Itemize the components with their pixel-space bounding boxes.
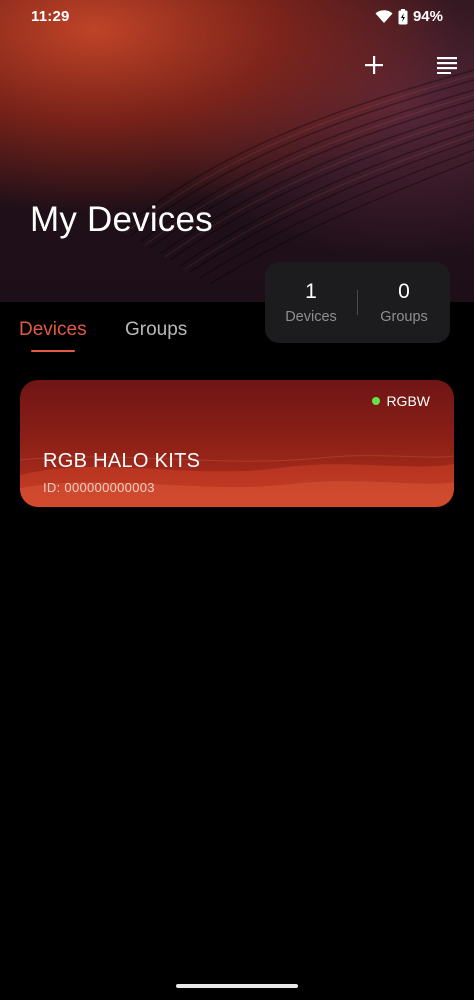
- device-type-label: RGBW: [386, 393, 430, 409]
- list-menu-icon: [437, 57, 457, 74]
- menu-button[interactable]: [434, 52, 460, 78]
- page-title: My Devices: [30, 200, 213, 239]
- plus-icon: [365, 56, 383, 74]
- add-device-button[interactable]: [361, 52, 387, 78]
- devices-count: 1: [305, 280, 317, 303]
- status-icons: 94%: [375, 8, 443, 25]
- battery-charging-icon: [398, 8, 408, 24]
- groups-count: 0: [398, 280, 410, 303]
- tab-bar: Devices Groups: [0, 315, 474, 355]
- device-type-badge: RGBW: [372, 393, 430, 409]
- online-status-dot: [372, 397, 381, 405]
- device-card[interactable]: RGBW RGB HALO KITS ID: 000000000003: [20, 380, 454, 507]
- status-time: 11:29: [31, 8, 70, 25]
- battery-level: 94%: [412, 8, 443, 25]
- device-name: RGB HALO KITS: [43, 450, 201, 472]
- header-background: [0, 0, 474, 302]
- tab-groups[interactable]: Groups: [125, 319, 187, 341]
- home-indicator[interactable]: [176, 984, 298, 988]
- tab-devices[interactable]: Devices: [19, 319, 87, 341]
- status-bar: 11:29 94%: [0, 0, 474, 34]
- wifi-icon: [375, 9, 393, 23]
- active-tab-indicator: [31, 350, 75, 352]
- wave-texture: [119, 69, 474, 285]
- device-id: ID: 000000000003: [43, 480, 155, 495]
